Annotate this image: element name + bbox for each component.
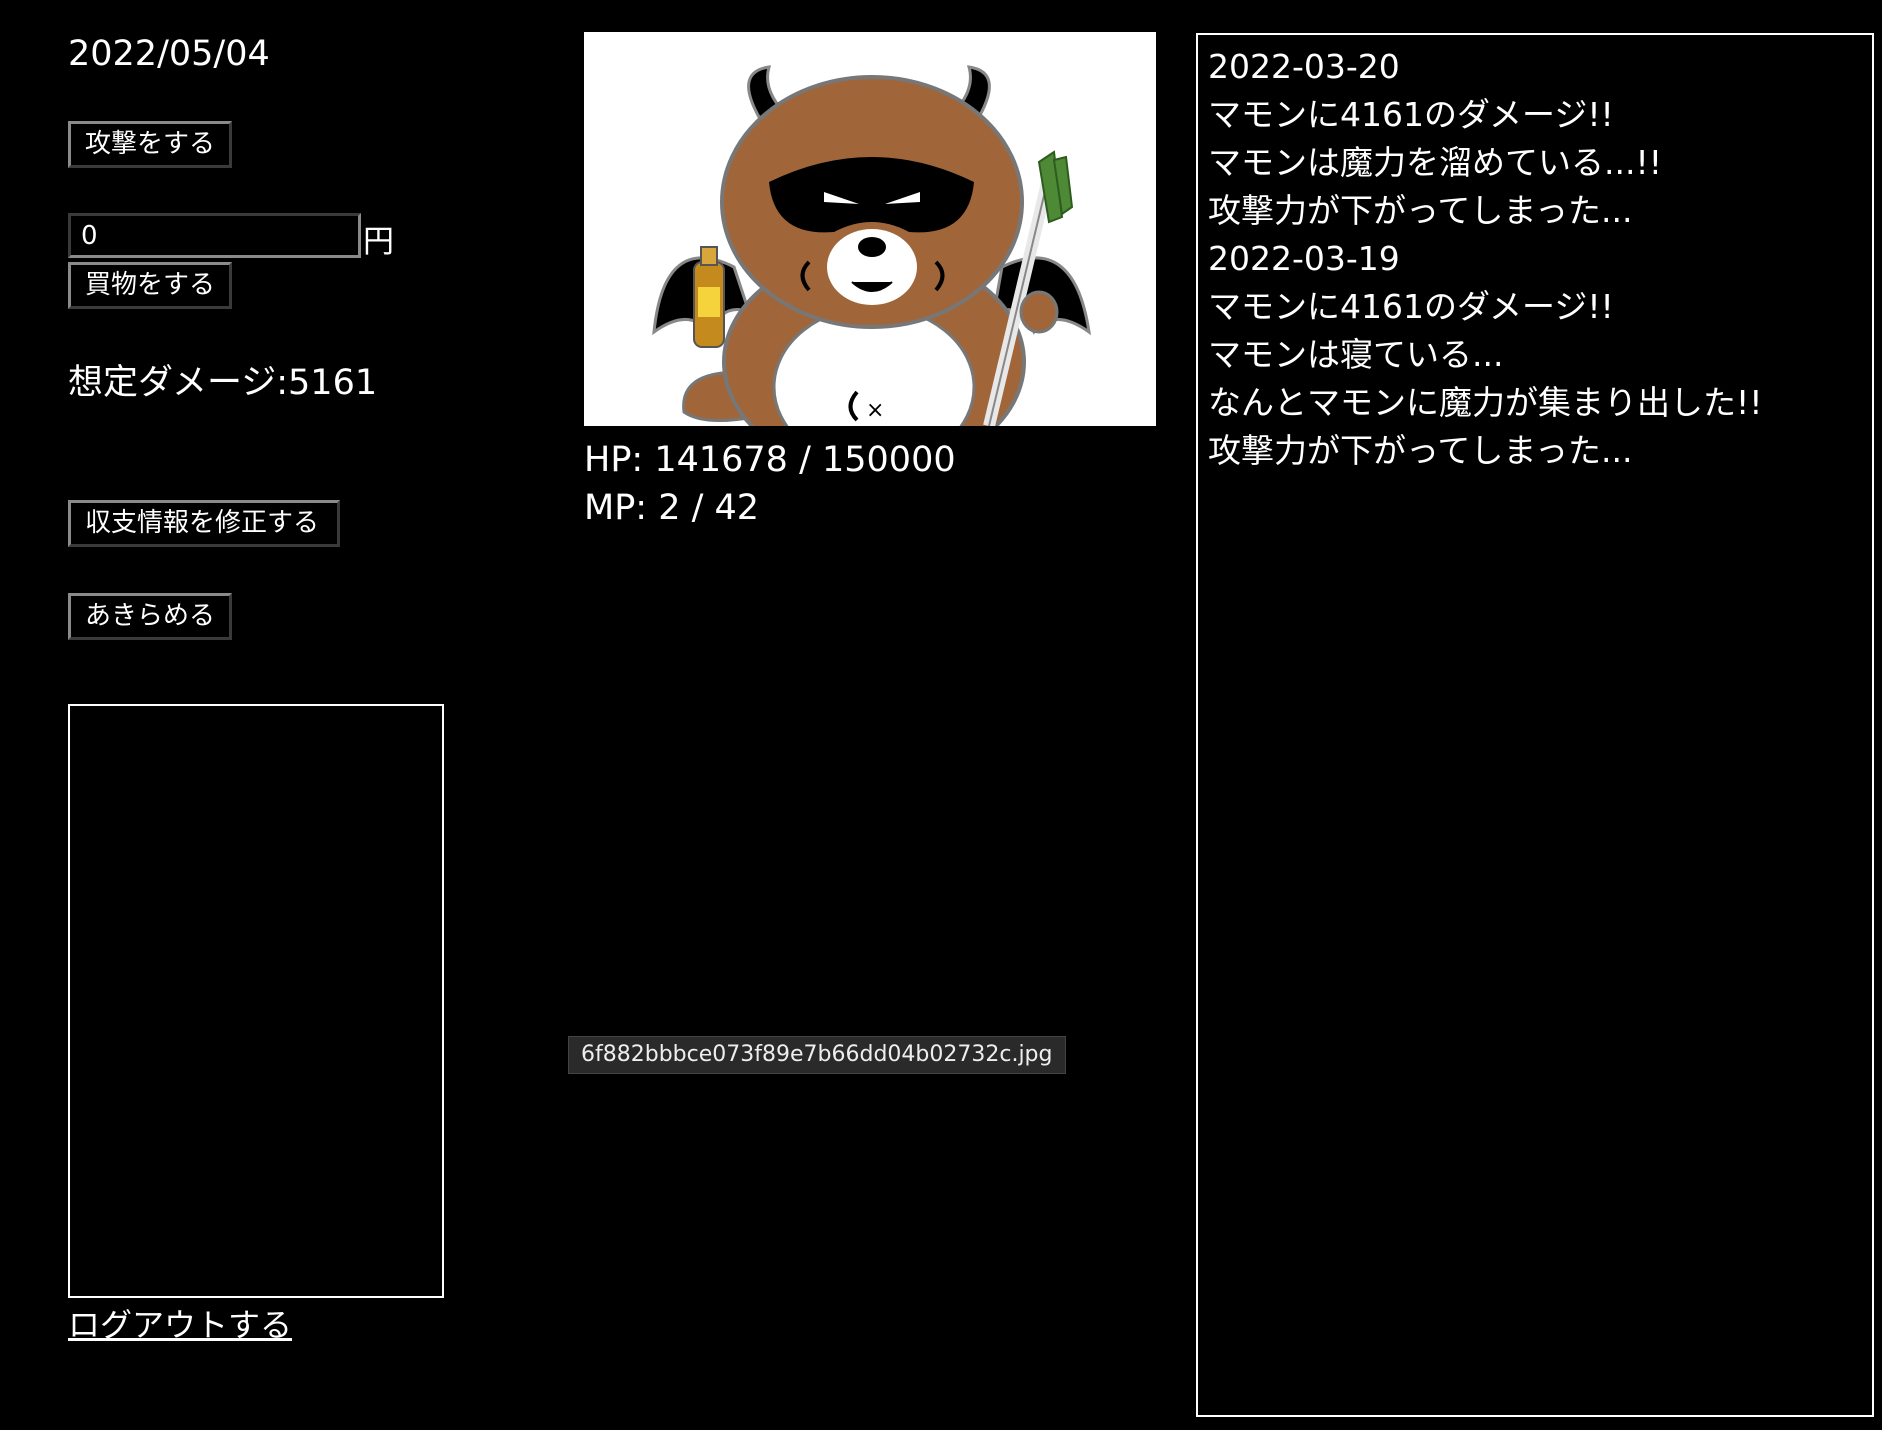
log-line: 攻撃力が下がってしまった... (1208, 431, 1633, 470)
log-line: なんとマモンに魔力が集まり出した!! (1208, 383, 1763, 422)
log-line: 2022-03-20 (1208, 47, 1400, 86)
current-date: 2022/05/04 (68, 34, 270, 74)
log-line: マモンに4161のダメージ!! (1208, 287, 1614, 326)
amount-input[interactable] (68, 213, 361, 258)
page: 2022/05/04 攻撃をする 円 買物をする 想定ダメージ:5161 収支情… (0, 0, 1882, 1430)
log-line: 2022-03-19 (1208, 239, 1400, 278)
log-line: マモンは寝ている... (1208, 335, 1504, 374)
demon-tanuki-illustration: × (652, 65, 1092, 426)
image-filename-tooltip: 6f882bbbce073f89e7b66dd04b02732c.jpg (568, 1036, 1066, 1074)
log-line: マモンは魔力を溜めている...!! (1208, 143, 1662, 182)
hp-display: HP: 141678 / 150000 (584, 440, 956, 480)
logout-link[interactable]: ログアウトする (68, 1300, 292, 1346)
mp-display: MP: 2 / 42 (584, 488, 760, 528)
edit-finance-button[interactable]: 収支情報を修正する (68, 500, 340, 547)
monster-image: × (584, 32, 1156, 426)
yen-label: 円 (363, 224, 394, 260)
battle-log: 2022-03-20 マモンに4161のダメージ!! マモンは魔力を溜めている.… (1196, 33, 1874, 1417)
attack-button[interactable]: 攻撃をする (68, 121, 232, 168)
estimated-damage: 想定ダメージ:5161 (68, 363, 378, 403)
shop-button[interactable]: 買物をする (68, 262, 232, 309)
svg-text:×: × (866, 398, 884, 423)
give-up-button[interactable]: あきらめる (68, 593, 232, 640)
log-line: 攻撃力が下がってしまった... (1208, 191, 1633, 230)
empty-panel (68, 704, 444, 1298)
log-line: マモンに4161のダメージ!! (1208, 95, 1614, 134)
